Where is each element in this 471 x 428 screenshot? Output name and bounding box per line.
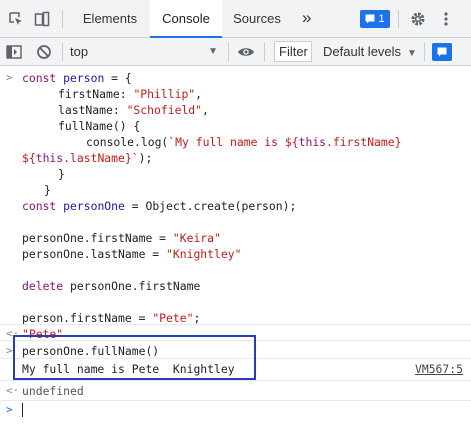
highlight-box bbox=[13, 335, 256, 380]
tab-sources[interactable]: Sources bbox=[222, 0, 292, 38]
toolbar-divider bbox=[228, 43, 229, 61]
issues-badge[interactable]: 1 bbox=[360, 10, 390, 28]
code-line: personOne.lastName = "Knightley" bbox=[22, 247, 242, 261]
filter-input[interactable]: Filter bbox=[274, 41, 312, 62]
code-line: console.log(`My full name is ${this.firs… bbox=[86, 135, 402, 149]
issues-button[interactable] bbox=[432, 43, 452, 61]
result-arrow-icon: <· bbox=[6, 384, 20, 397]
input-prompt-icon: > bbox=[6, 344, 13, 357]
message-divider bbox=[0, 324, 471, 325]
tab-console[interactable]: Console bbox=[150, 0, 222, 38]
code-line: const person = { bbox=[22, 71, 132, 85]
more-tabs-button[interactable]: » bbox=[302, 0, 311, 38]
toolbar-divider bbox=[62, 43, 63, 61]
code-line: } bbox=[44, 183, 51, 197]
console-sidebar-icon[interactable] bbox=[4, 42, 24, 62]
context-selector[interactable]: top ▼ bbox=[70, 42, 222, 62]
devtools-tab-bar: Elements Console Sources » 1 bbox=[0, 0, 471, 38]
inspect-element-icon[interactable] bbox=[6, 9, 26, 29]
code-line: firstName: "Phillip", bbox=[58, 87, 203, 101]
console-toolbar: top ▼ Filter Default levels ▼ bbox=[0, 38, 471, 66]
toolbar-divider bbox=[62, 10, 63, 28]
toolbar-divider bbox=[264, 43, 265, 61]
source-link[interactable]: VM567:5 bbox=[415, 361, 463, 377]
chevron-down-icon: ▼ bbox=[208, 46, 218, 57]
context-value: top bbox=[70, 44, 89, 59]
chevron-down-icon: ▼ bbox=[407, 48, 417, 59]
code-line: fullName() { bbox=[58, 119, 141, 133]
toolbar-divider bbox=[424, 43, 425, 61]
message-divider bbox=[0, 380, 471, 381]
device-toolbar-icon[interactable] bbox=[32, 9, 52, 29]
log-levels-dropdown[interactable]: Default levels ▼ bbox=[323, 42, 417, 62]
toolbar-divider bbox=[398, 10, 399, 28]
message-divider bbox=[0, 400, 471, 401]
code-line: delete personOne.firstName bbox=[22, 279, 201, 293]
console-output[interactable]: > const person = { firstName: "Phillip",… bbox=[0, 66, 471, 428]
input-prompt-icon: > bbox=[6, 403, 13, 416]
tab-elements[interactable]: Elements bbox=[70, 0, 150, 38]
input-prompt-icon: > bbox=[6, 71, 13, 84]
devtools-panel: Elements Console Sources » 1 top ▼ Filte… bbox=[0, 0, 471, 428]
live-expression-icon[interactable] bbox=[236, 42, 256, 62]
code-line: const personOne = Object.create(person); bbox=[22, 199, 297, 213]
gear-icon[interactable] bbox=[408, 9, 428, 29]
undefined-result: undefined bbox=[22, 384, 84, 398]
clear-console-icon[interactable] bbox=[34, 42, 54, 62]
message-icon bbox=[365, 14, 375, 24]
issues-count: 1 bbox=[378, 13, 385, 25]
code-line: ${this.lastName}`); bbox=[22, 151, 153, 165]
message-icon bbox=[437, 47, 447, 57]
code-line: } bbox=[58, 167, 65, 181]
kebab-menu-icon[interactable] bbox=[436, 9, 456, 29]
code-line: lastName: "Schofield", bbox=[58, 103, 209, 117]
code-line: personOne.firstName = "Keira" bbox=[22, 231, 221, 245]
log-levels-label: Default levels bbox=[323, 44, 402, 59]
text-cursor[interactable] bbox=[22, 403, 23, 417]
